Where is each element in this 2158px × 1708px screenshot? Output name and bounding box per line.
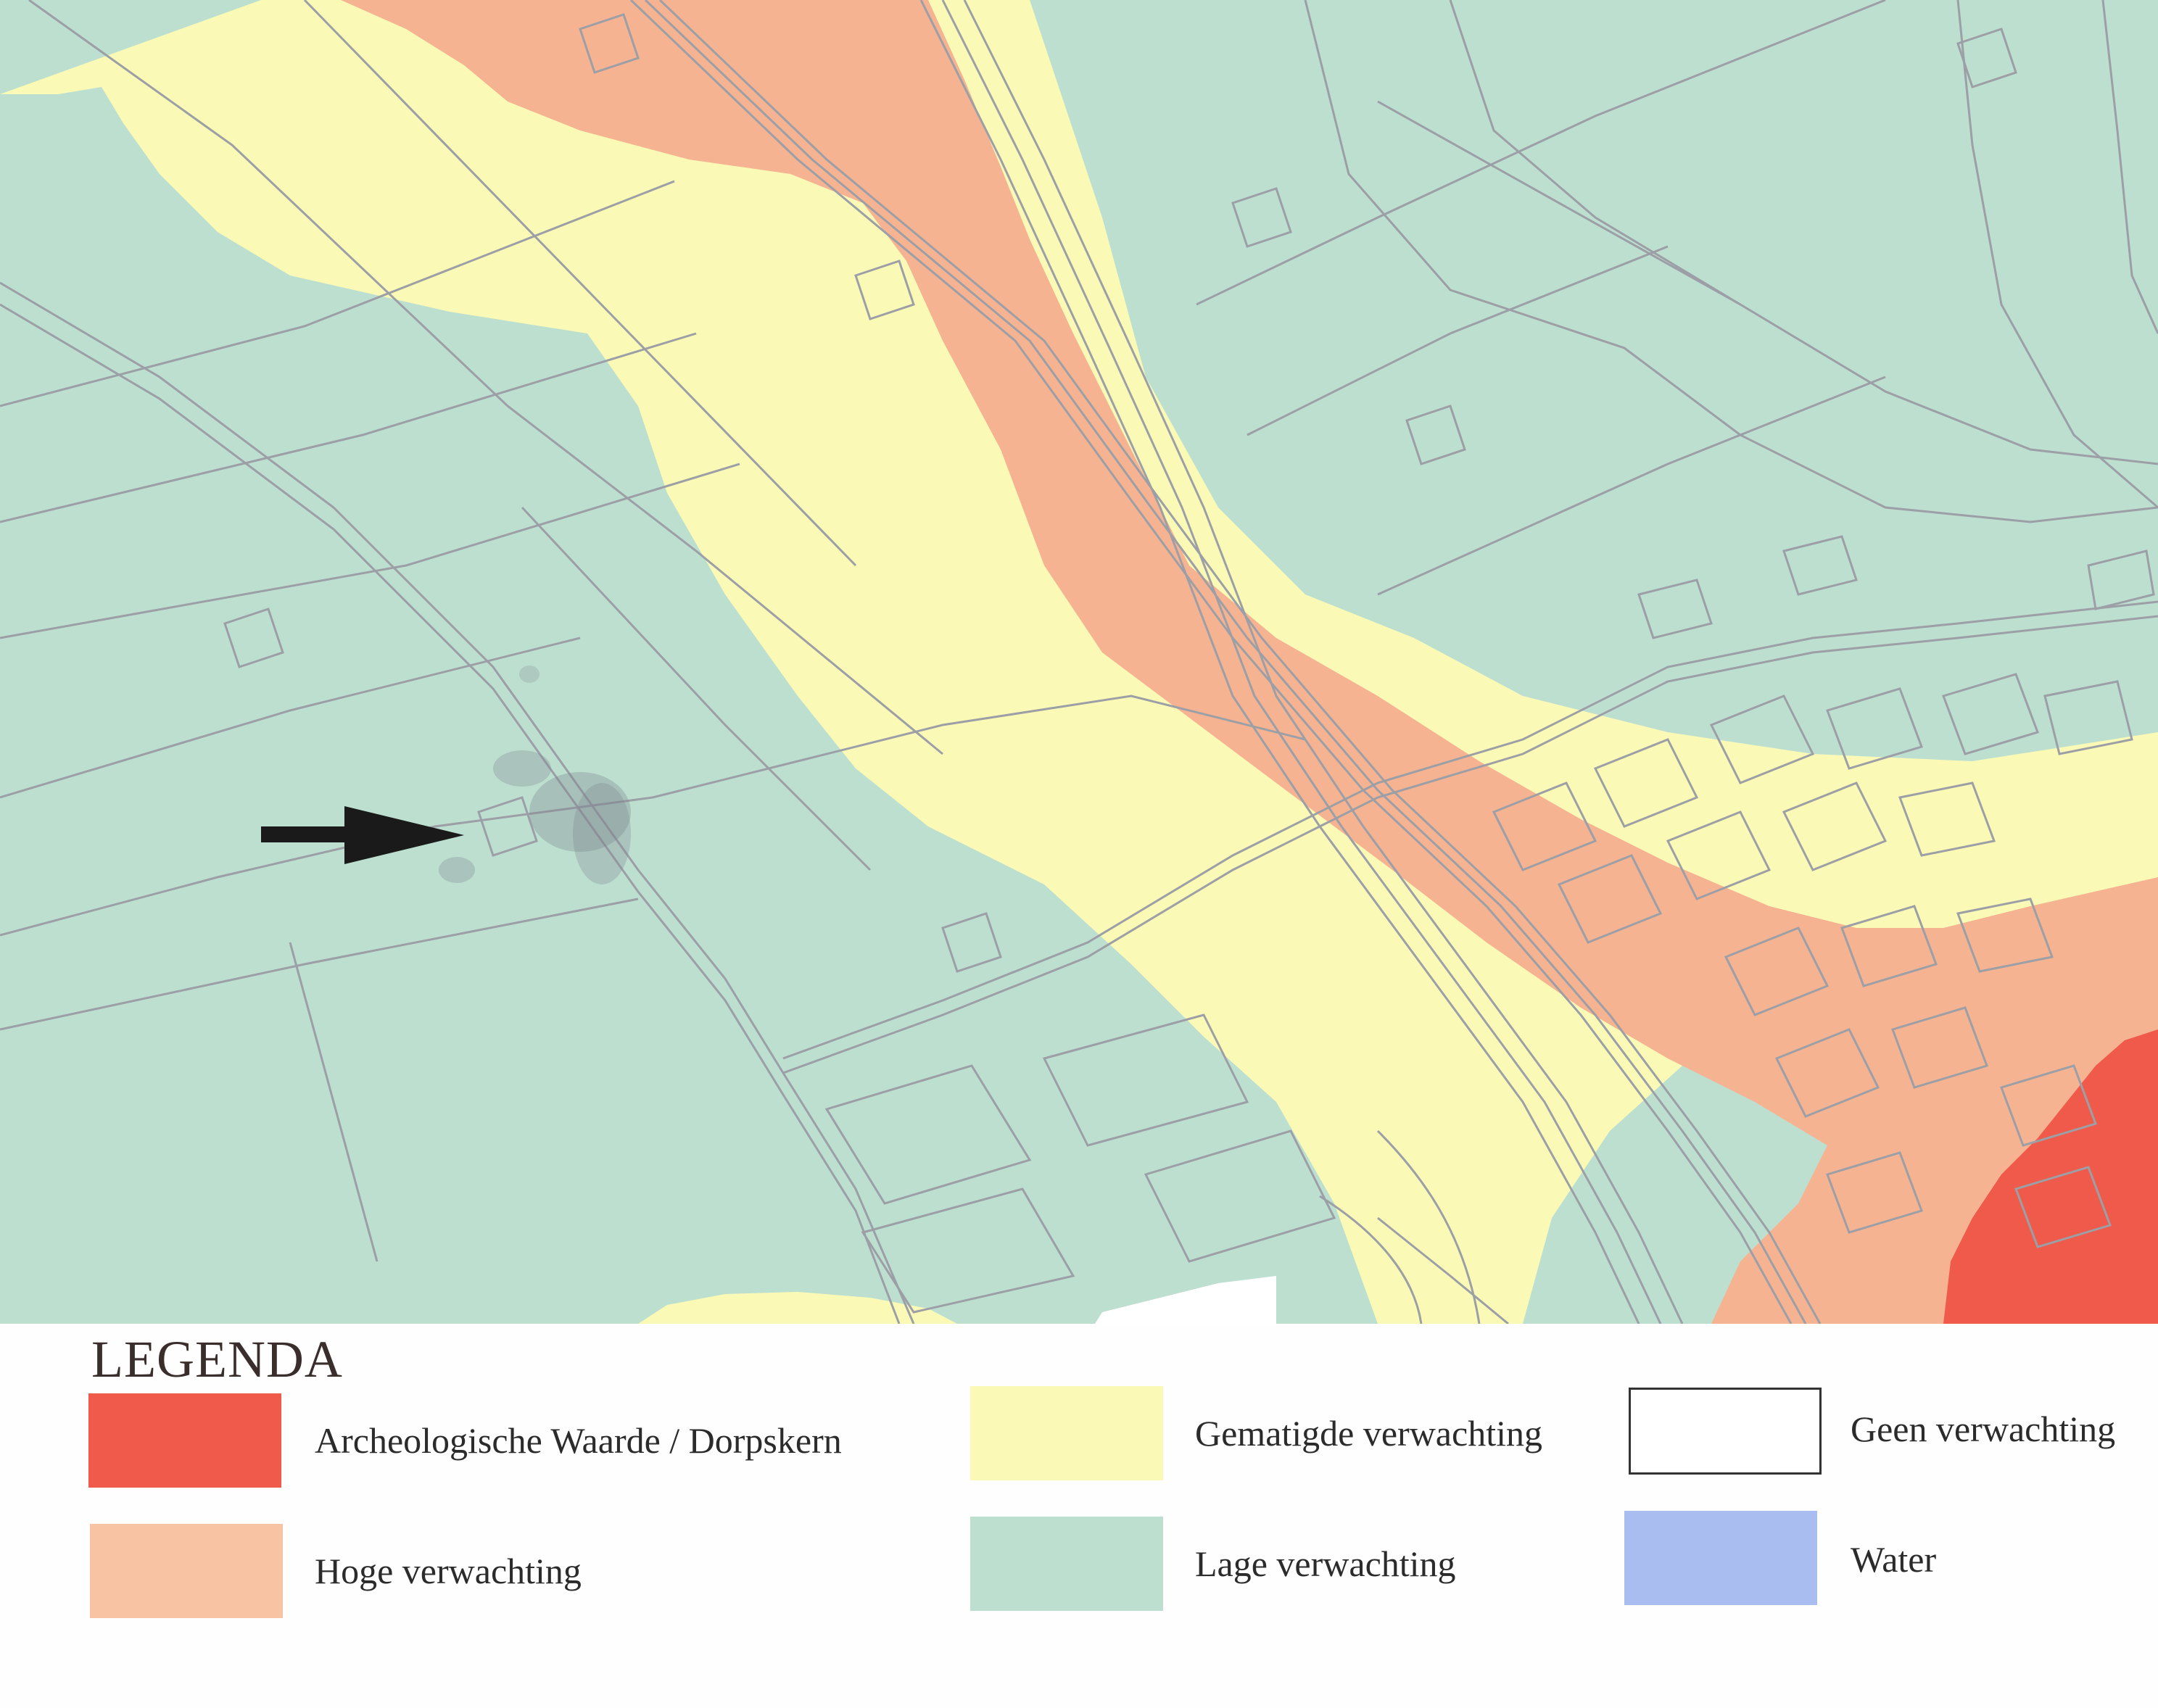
legend-swatch-lage-verwachting	[970, 1517, 1163, 1611]
legend-label-archeologische-waarde: Archeologische Waarde / Dorpskern	[315, 1420, 842, 1461]
map	[0, 0, 2158, 1324]
legend-swatch-water	[1624, 1511, 1817, 1605]
legend-swatch-geen-verwachting	[1629, 1388, 1822, 1475]
legend-label-geen-verwachting: Geen verwachting	[1851, 1409, 2116, 1449]
legend-title: LEGENDA	[91, 1330, 343, 1388]
legend-label-water: Water	[1851, 1539, 1937, 1580]
legend-swatch-gematigde-verwachting	[970, 1386, 1163, 1480]
legend-label-lage-verwachting: Lage verwachting	[1195, 1543, 1456, 1584]
legend-label-hoge-verwachting: Hoge verwachting	[315, 1551, 582, 1591]
legend-swatch-hoge-verwachting	[90, 1524, 283, 1618]
legend-swatch-archeologische-waarde	[88, 1393, 281, 1488]
legend-label-gematigde-verwachting: Gematigde verwachting	[1195, 1413, 1542, 1454]
